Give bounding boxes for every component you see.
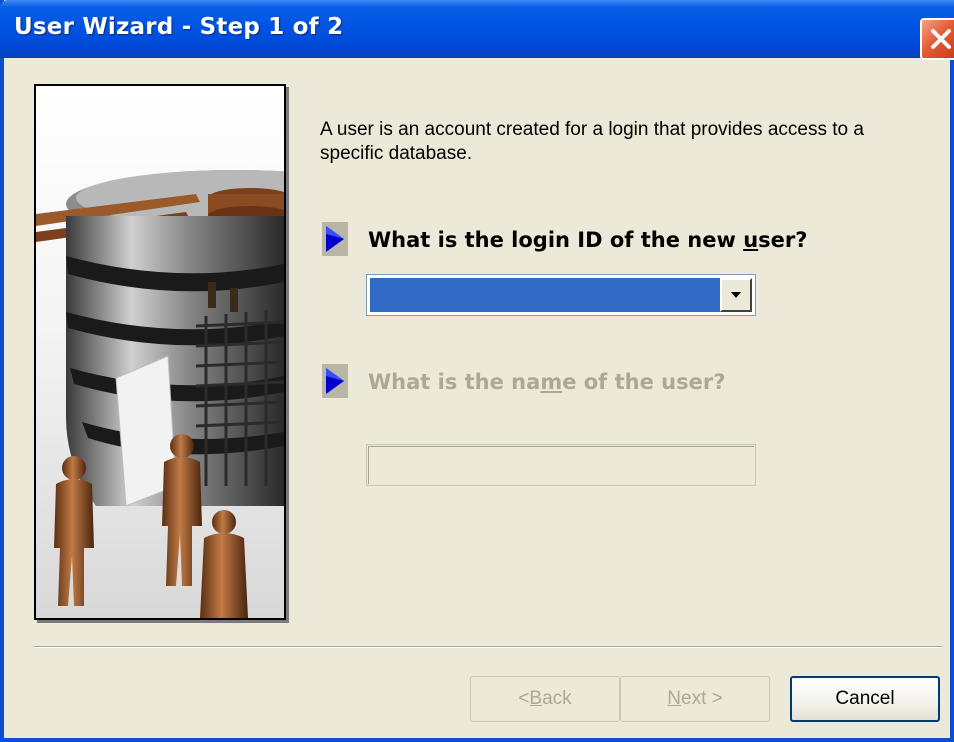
login-id-combobox[interactable] [366,274,756,316]
combobox-dropdown-button[interactable] [720,278,752,312]
window-title: User Wizard - Step 1 of 2 [14,14,344,40]
button-separator [34,646,942,648]
back-button[interactable]: < Back [470,676,620,722]
wizard-illustration [34,84,286,620]
user-name-question: What is the name of the user? [368,370,726,394]
chevron-down-icon [731,292,741,298]
login-id-question: What is the login ID of the new user? [368,228,808,252]
step-arrow-icon [322,222,348,256]
user-name-field-value [368,446,754,484]
next-button[interactable]: Next > [620,676,770,722]
user-name-field[interactable] [366,444,756,486]
cancel-button[interactable]: Cancel [790,676,940,722]
title-bar[interactable]: User Wizard - Step 1 of 2 [0,0,954,60]
intro-text: A user is an account created for a login… [320,119,864,164]
close-icon [931,29,951,49]
step-arrow-icon [322,364,348,398]
login-id-combobox-value[interactable] [370,278,720,312]
close-button[interactable] [920,18,954,60]
